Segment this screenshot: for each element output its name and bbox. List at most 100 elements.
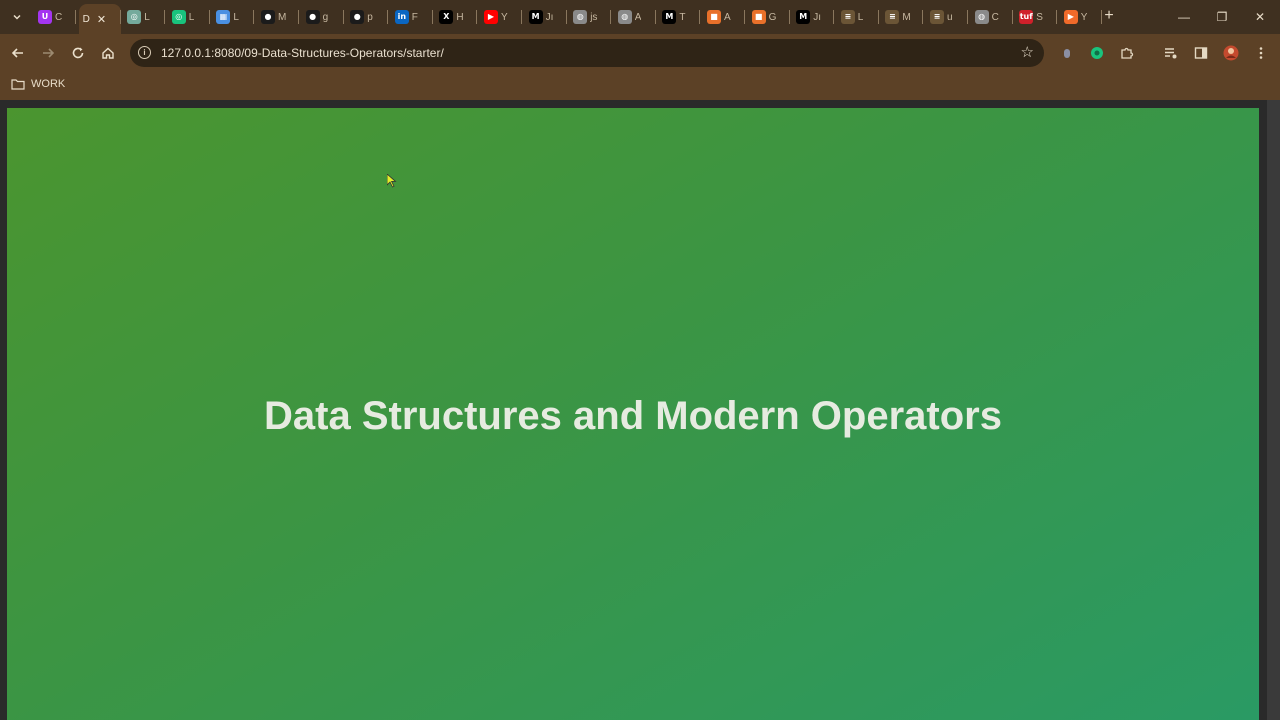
- tab[interactable]: ■ G: [748, 6, 788, 28]
- tab[interactable]: ≡ M: [881, 6, 921, 28]
- tab-separator: [75, 10, 76, 24]
- box-icon: ■: [707, 10, 721, 24]
- forward-icon[interactable]: [37, 42, 59, 64]
- tab-title: M: [902, 11, 911, 23]
- bookmark-folder-work[interactable]: WORK: [11, 78, 65, 90]
- tab[interactable]: in F: [391, 6, 431, 28]
- tab-title: A: [724, 11, 731, 23]
- globe-icon: ◍: [617, 10, 632, 24]
- tab-separator: [476, 10, 478, 24]
- browser-toolbar: i 127.0.0.1:8080/09-Data-Structures-Oper…: [0, 34, 1280, 72]
- tab-separator: [1011, 10, 1013, 24]
- tab-title: C: [991, 11, 999, 23]
- tab[interactable]: ▶ Y: [480, 6, 520, 28]
- tab-separator: [699, 10, 701, 24]
- tab-title: p: [367, 11, 373, 23]
- tab-separator: [833, 10, 835, 24]
- tab[interactable]: ≡ L: [837, 6, 877, 28]
- close-window-icon[interactable]: ✕: [1245, 6, 1275, 28]
- page-body: Data Structures and Modern Operators: [7, 108, 1259, 720]
- tab-separator: [1056, 10, 1058, 24]
- globe-icon: ◍: [974, 10, 989, 24]
- stack-icon: ≡: [840, 10, 855, 24]
- minimize-icon[interactable]: —: [1169, 6, 1199, 28]
- tab-title: Y: [1080, 11, 1088, 23]
- app-icon: ▦: [216, 10, 231, 24]
- tab[interactable]: D ✕: [78, 4, 121, 34]
- tab-search-icon[interactable]: [6, 6, 28, 28]
- tab[interactable]: ◍ C: [971, 6, 1011, 28]
- folder-icon: [11, 79, 25, 90]
- tab[interactable]: ≡ u: [926, 6, 966, 28]
- tab[interactable]: ◍ A: [614, 6, 654, 28]
- tab[interactable]: ◍ js: [569, 6, 609, 28]
- tab[interactable]: MT: [658, 6, 698, 28]
- stack-icon: ≡: [930, 10, 944, 24]
- address-url[interactable]: 127.0.0.1:8080/09-Data-Structures-Operat…: [161, 46, 444, 60]
- extension-icon[interactable]: [1059, 45, 1075, 61]
- tab[interactable]: ● g: [302, 6, 342, 28]
- linkedin-icon: in: [394, 10, 409, 24]
- tab-title: L: [144, 11, 150, 23]
- restore-icon[interactable]: ❐: [1207, 6, 1237, 28]
- tab-separator: [877, 10, 879, 24]
- tab-title: F: [411, 11, 418, 23]
- tab-title: L: [188, 11, 195, 23]
- chatgpt-extension-icon[interactable]: [1089, 45, 1105, 61]
- profile-avatar-icon[interactable]: [1223, 45, 1239, 61]
- tab[interactable]: ■ A: [703, 6, 743, 28]
- tab-close-icon[interactable]: ✕: [97, 13, 106, 26]
- tab-strip: U C D ✕ ◎ L ◎ L ▦ L ● M ● g ● p in F X H ▶ Y M Jı ◍ js ◍ A M T ■ A ■ G M Jı…: [0, 0, 1280, 34]
- tab[interactable]: ● p: [346, 6, 386, 28]
- tab-separator: [654, 10, 656, 24]
- tab-title: T: [679, 11, 686, 23]
- github-icon: ●: [305, 10, 320, 24]
- tab-title: g: [322, 11, 329, 23]
- new-tab-icon[interactable]: +: [1101, 8, 1117, 24]
- extensions-puzzle-icon[interactable]: [1119, 45, 1135, 61]
- youtube-icon: ▶: [484, 10, 498, 24]
- tab-separator: [565, 10, 567, 24]
- tab-title: L: [857, 11, 864, 23]
- side-panel-icon[interactable]: [1193, 45, 1209, 61]
- tab[interactable]: ◎ L: [168, 6, 208, 28]
- bookmark-star-icon[interactable]: ☆: [1021, 44, 1034, 61]
- tab-separator: [431, 10, 433, 24]
- github-icon: ●: [261, 10, 275, 24]
- medium-icon: M: [796, 10, 811, 24]
- tab-separator: [922, 10, 924, 24]
- tab-separator: [744, 10, 745, 24]
- chatgpt-icon: ◎: [171, 10, 186, 24]
- tab[interactable]: ◎ L: [123, 6, 163, 28]
- tab[interactable]: M Jı: [525, 6, 565, 28]
- site-info-icon[interactable]: i: [138, 46, 151, 59]
- tab[interactable]: UC: [34, 6, 74, 28]
- menu-kebab-icon[interactable]: [1253, 45, 1269, 61]
- tab-separator: [119, 10, 121, 24]
- reload-icon[interactable]: [67, 42, 89, 64]
- tab[interactable]: M Jı: [792, 6, 832, 28]
- media-controls-icon[interactable]: [1163, 45, 1179, 61]
- page-scrollbar[interactable]: [1267, 100, 1280, 720]
- tab-separator: [342, 10, 344, 24]
- globe-icon: ◍: [573, 10, 588, 24]
- tab-separator: [387, 10, 389, 24]
- home-icon[interactable]: [97, 42, 119, 64]
- page-heading: Data Structures and Modern Operators: [264, 394, 1002, 438]
- tab[interactable]: ▦ L: [212, 6, 252, 28]
- medium-icon: M: [528, 10, 543, 24]
- tab-separator: [208, 10, 210, 24]
- tab[interactable]: tuf S: [1015, 6, 1055, 28]
- play-icon: ▶: [1063, 10, 1078, 24]
- medium-icon: M: [662, 10, 677, 24]
- back-icon[interactable]: [7, 42, 29, 64]
- tab[interactable]: ● M: [257, 6, 297, 28]
- tab[interactable]: ▶ Y: [1060, 6, 1100, 28]
- address-bar[interactable]: i 127.0.0.1:8080/09-Data-Structures-Oper…: [130, 39, 1044, 67]
- tab-title: js: [590, 11, 598, 23]
- tab-title: G: [768, 11, 777, 23]
- tab-title: H: [456, 11, 464, 23]
- tab[interactable]: XH: [435, 6, 475, 28]
- bookmarks-bar: WORK: [0, 72, 1280, 100]
- tuf-icon: tuf: [1019, 10, 1034, 24]
